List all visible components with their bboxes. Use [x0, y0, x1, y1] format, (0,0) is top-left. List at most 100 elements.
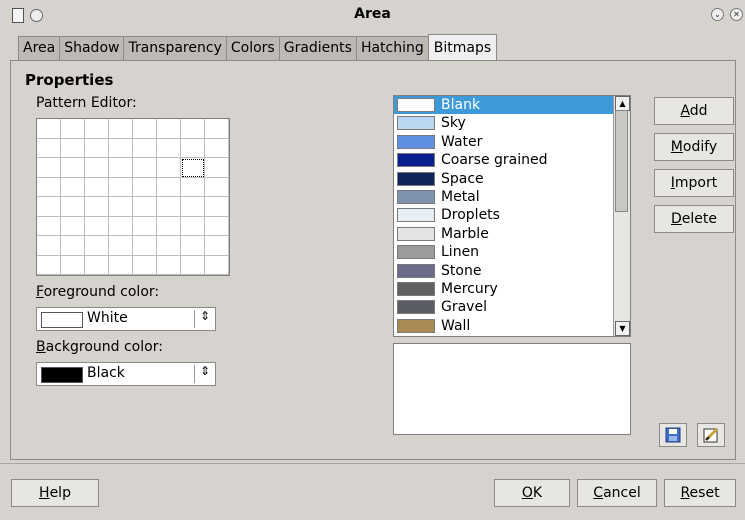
- pattern-cell[interactable]: [157, 177, 181, 197]
- tab-hatching[interactable]: Hatching: [355, 36, 429, 60]
- tab-colors[interactable]: Colors: [225, 36, 280, 60]
- pattern-cell[interactable]: [133, 177, 157, 197]
- pattern-cell[interactable]: [85, 177, 109, 197]
- add-button[interactable]: Add: [654, 97, 734, 125]
- scroll-thumb[interactable]: [615, 110, 628, 212]
- pattern-cell[interactable]: [61, 119, 85, 139]
- bitmap-list-item[interactable]: Stone: [394, 262, 630, 280]
- pattern-cell[interactable]: [205, 138, 229, 158]
- pattern-editor-grid[interactable]: [36, 118, 230, 276]
- pattern-cell[interactable]: [85, 216, 109, 236]
- reset-button[interactable]: Reset: [664, 479, 736, 507]
- bitmap-list-item[interactable]: Space: [394, 170, 630, 188]
- pattern-cell[interactable]: [157, 236, 181, 256]
- pattern-cell[interactable]: [61, 236, 85, 256]
- pattern-cell[interactable]: [61, 158, 85, 178]
- spin-arrows-icon[interactable]: ⇕: [200, 309, 210, 323]
- pattern-cell[interactable]: [85, 158, 109, 178]
- bitmap-list-item[interactable]: Linen: [394, 243, 630, 261]
- pattern-cell[interactable]: [37, 158, 61, 178]
- pattern-cell[interactable]: [181, 236, 205, 256]
- import-button[interactable]: Import: [654, 169, 734, 197]
- tab-shadow[interactable]: Shadow: [59, 36, 125, 60]
- pattern-cell[interactable]: [181, 119, 205, 139]
- pattern-cell[interactable]: [157, 216, 181, 236]
- bitmap-list-item[interactable]: Sky: [394, 114, 630, 132]
- bitmap-list-item[interactable]: Metal: [394, 188, 630, 206]
- pattern-cell[interactable]: [61, 216, 85, 236]
- tab-transparency[interactable]: Transparency: [123, 36, 227, 60]
- pattern-cell[interactable]: [109, 138, 133, 158]
- pattern-cell[interactable]: [109, 119, 133, 139]
- pattern-cell[interactable]: [37, 216, 61, 236]
- bitmap-list-item[interactable]: Marble: [394, 225, 630, 243]
- pattern-cell[interactable]: [205, 216, 229, 236]
- bitmap-list-item[interactable]: Gravel: [394, 298, 630, 316]
- bitmap-list-item[interactable]: Water: [394, 133, 630, 151]
- pattern-cell[interactable]: [157, 197, 181, 217]
- ok-button[interactable]: OK: [494, 479, 570, 507]
- pattern-cell[interactable]: [133, 197, 157, 217]
- pattern-cell[interactable]: [133, 138, 157, 158]
- help-button[interactable]: Help: [11, 479, 99, 507]
- pattern-cell[interactable]: [85, 236, 109, 256]
- pattern-cell[interactable]: [157, 255, 181, 275]
- pattern-cell[interactable]: [85, 197, 109, 217]
- pattern-cell[interactable]: [205, 177, 229, 197]
- tab-area[interactable]: Area: [18, 36, 61, 60]
- pattern-cell[interactable]: [109, 177, 133, 197]
- pattern-cell[interactable]: [37, 138, 61, 158]
- minimize-icon[interactable]: ⌄: [711, 8, 724, 21]
- pattern-cell[interactable]: [157, 119, 181, 139]
- pattern-cell[interactable]: [37, 119, 61, 139]
- close-icon[interactable]: ✕: [730, 8, 743, 21]
- pattern-cell[interactable]: [133, 236, 157, 256]
- modify-button[interactable]: Modify: [654, 133, 734, 161]
- pattern-cell[interactable]: [109, 158, 133, 178]
- pattern-cell[interactable]: [37, 197, 61, 217]
- pattern-cell[interactable]: [61, 138, 85, 158]
- tab-gradients[interactable]: Gradients: [278, 36, 357, 60]
- pattern-cell[interactable]: [133, 158, 157, 178]
- pattern-cell[interactable]: [181, 216, 205, 236]
- pattern-cell[interactable]: [109, 216, 133, 236]
- delete-button[interactable]: Delete: [654, 205, 734, 233]
- pattern-cell[interactable]: [181, 177, 205, 197]
- pattern-cell[interactable]: [181, 255, 205, 275]
- bitmap-list-item[interactable]: Droplets: [394, 206, 630, 224]
- pattern-cell[interactable]: [133, 119, 157, 139]
- pattern-cell[interactable]: [157, 138, 181, 158]
- bitmap-list-item[interactable]: Mercury: [394, 280, 630, 298]
- pattern-cell[interactable]: [205, 197, 229, 217]
- bitmap-list-item[interactable]: Wall: [394, 317, 630, 335]
- edit-list-button[interactable]: [697, 423, 725, 447]
- pattern-cell[interactable]: [37, 236, 61, 256]
- pattern-cell[interactable]: [85, 138, 109, 158]
- tab-bitmaps[interactable]: Bitmaps: [427, 34, 498, 60]
- pattern-cell[interactable]: [205, 119, 229, 139]
- pattern-cell[interactable]: [205, 236, 229, 256]
- bitmap-list-item[interactable]: Blank: [394, 96, 630, 115]
- pattern-cell[interactable]: [37, 177, 61, 197]
- scroll-down-icon[interactable]: ▼: [615, 321, 630, 336]
- pattern-cell[interactable]: [85, 255, 109, 275]
- pattern-cell[interactable]: [109, 236, 133, 256]
- pattern-cell[interactable]: [61, 197, 85, 217]
- pattern-cell[interactable]: [181, 138, 205, 158]
- pattern-cell[interactable]: [205, 255, 229, 275]
- pattern-cell[interactable]: [37, 255, 61, 275]
- foreground-color-select[interactable]: White ⇕: [36, 307, 216, 331]
- pattern-cell[interactable]: [181, 158, 205, 178]
- cancel-button[interactable]: Cancel: [577, 479, 657, 507]
- bitmap-list-item[interactable]: Coarse grained: [394, 151, 630, 169]
- spin-arrows-icon[interactable]: ⇕: [200, 364, 210, 378]
- pattern-cell[interactable]: [109, 255, 133, 275]
- pattern-cell[interactable]: [61, 177, 85, 197]
- pattern-cell[interactable]: [157, 158, 181, 178]
- save-list-button[interactable]: [659, 423, 687, 447]
- pattern-cell[interactable]: [133, 216, 157, 236]
- bitmap-list[interactable]: Blank Sky Water Coarse grained Space Metal Dro…: [393, 95, 631, 337]
- list-scrollbar[interactable]: ▲ ▼: [613, 96, 630, 336]
- background-color-select[interactable]: Black ⇕: [36, 362, 216, 386]
- pattern-cell[interactable]: [109, 197, 133, 217]
